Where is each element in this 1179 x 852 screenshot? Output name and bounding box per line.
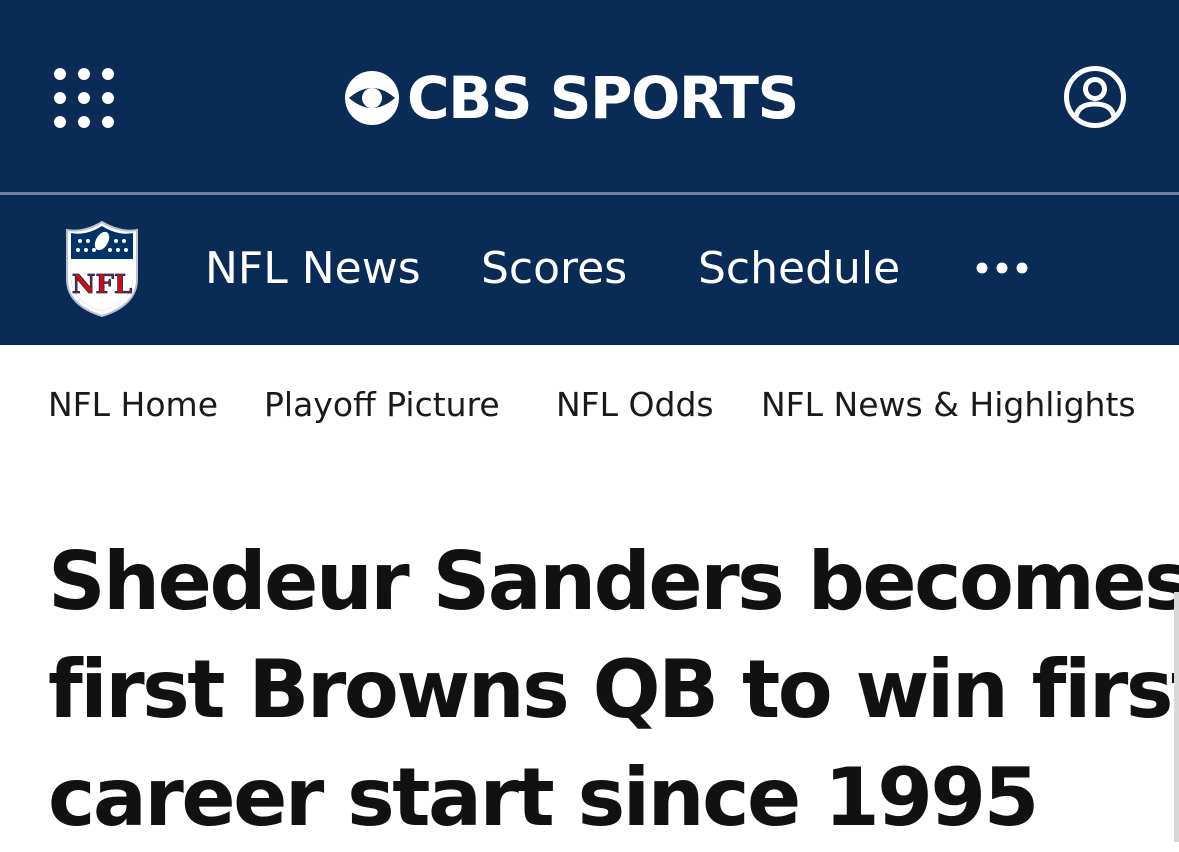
tab-scores[interactable]: Scores: [481, 241, 627, 297]
nfl-shield-logo[interactable]: NFL: [64, 220, 140, 318]
cbs-eye-icon: [345, 71, 399, 125]
tab-nfl-news[interactable]: NFL News: [205, 241, 421, 297]
sub-nav-news-highlights[interactable]: NFL News & Highlights: [761, 385, 1136, 425]
league-nav: NFL NFL News Scores Schedule: [0, 195, 1179, 345]
dots-grid-icon[interactable]: [48, 62, 120, 134]
logo-text: CBS SPORTS: [407, 64, 799, 132]
headline-line: first Browns QB to win first: [48, 643, 1179, 736]
scrollbar[interactable]: [1174, 592, 1179, 842]
sub-nav-nfl-home[interactable]: NFL Home: [48, 385, 218, 425]
sub-nav-playoff-picture[interactable]: Playoff Picture: [264, 385, 500, 425]
sub-nav: NFL Home Playoff Picture NFL Odds NFL Ne…: [0, 345, 1179, 465]
tab-schedule[interactable]: Schedule: [698, 241, 900, 297]
top-header: CBS SPORTS: [0, 0, 1179, 192]
headline-line: Shedeur Sanders becomes: [48, 535, 1179, 628]
headline-line: career start since 1995: [48, 751, 1039, 844]
user-account-icon[interactable]: [1062, 64, 1128, 130]
cbs-sports-logo[interactable]: CBS SPORTS: [343, 62, 843, 134]
ellipsis-icon[interactable]: [972, 253, 1032, 283]
sub-nav-nfl-odds[interactable]: NFL Odds: [556, 385, 714, 425]
nfl-logo-text: NFL: [72, 270, 133, 300]
article-headline: Shedeur Sanders becomes first Browns QB …: [48, 528, 1179, 852]
